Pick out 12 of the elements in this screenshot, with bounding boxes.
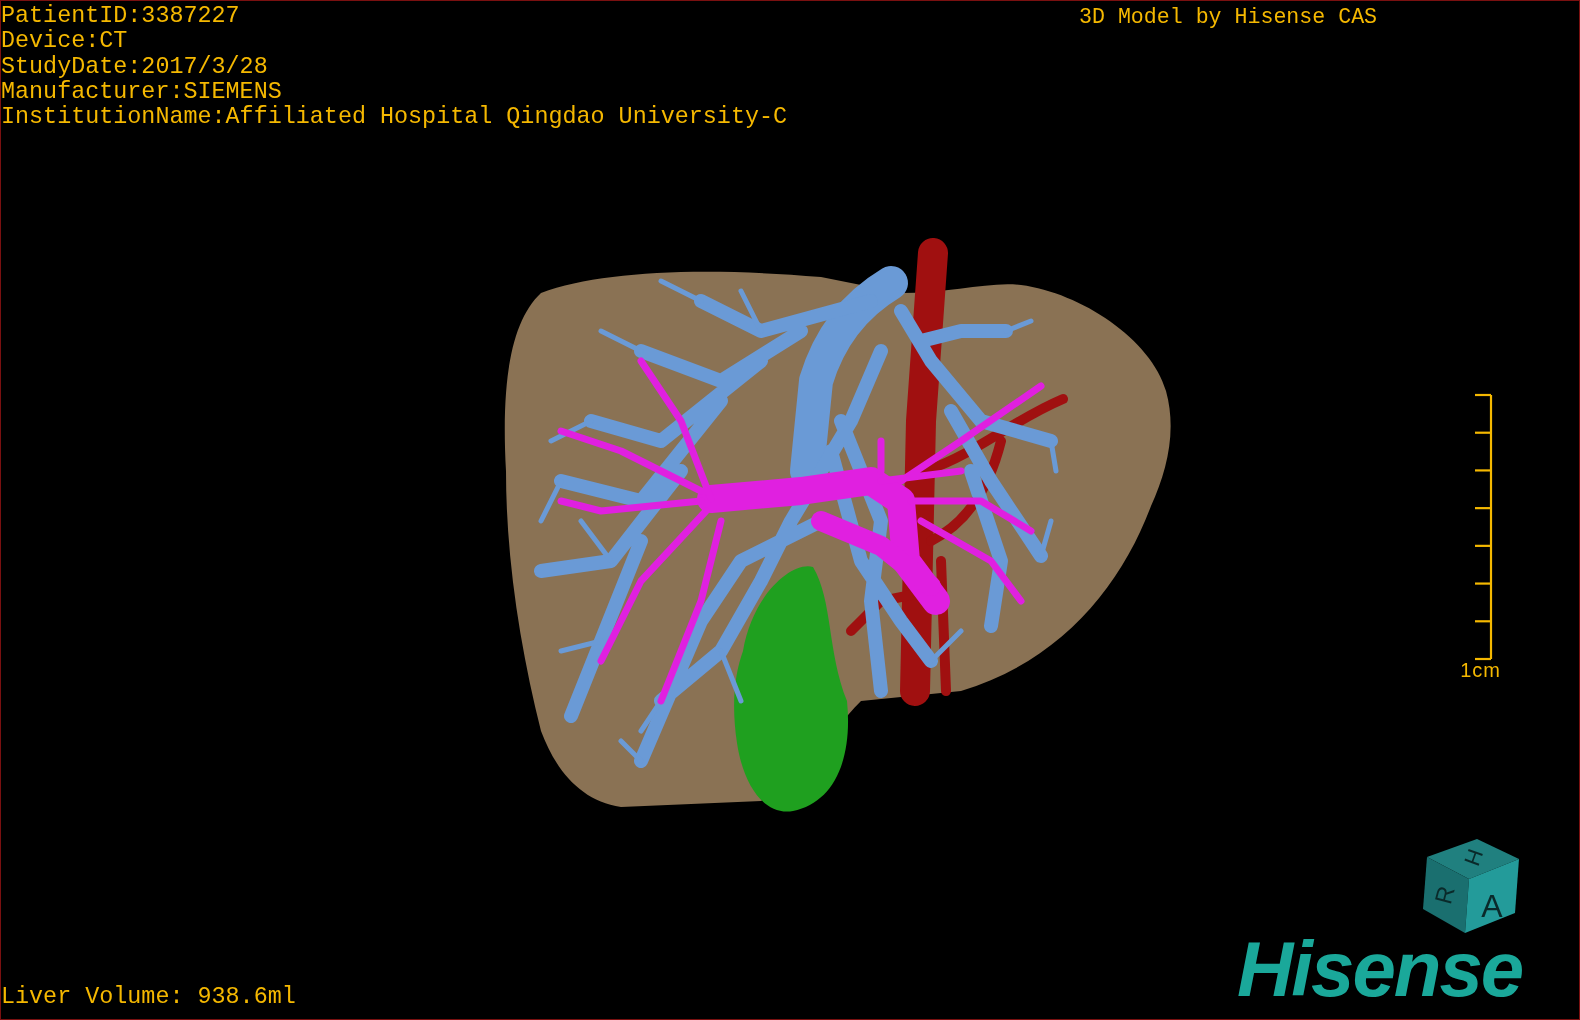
model-title: 3D Model by Hisense CAS xyxy=(1079,5,1378,29)
patient-info-line: InstitutionName:Affiliated Hospital Qingdao University-C xyxy=(1,105,788,131)
patient-info-line: Device:CT xyxy=(1,29,128,55)
brand-logo: Hisense xyxy=(1237,927,1523,1011)
scale-label: 1cm xyxy=(1460,659,1501,681)
patient-info-line: Manufacturer:SIEMENS xyxy=(1,79,282,105)
liver-volume: Liver Volume: 938.6ml xyxy=(1,984,296,1010)
cube-face-label: H xyxy=(1459,845,1488,869)
patient-info-line: PatientID:3387227 xyxy=(1,4,240,29)
cube-face-label: R xyxy=(1429,883,1460,907)
patient-info-line: StudyDate:2017/3/28 xyxy=(1,54,268,80)
cube-face-label: A xyxy=(1481,888,1503,924)
